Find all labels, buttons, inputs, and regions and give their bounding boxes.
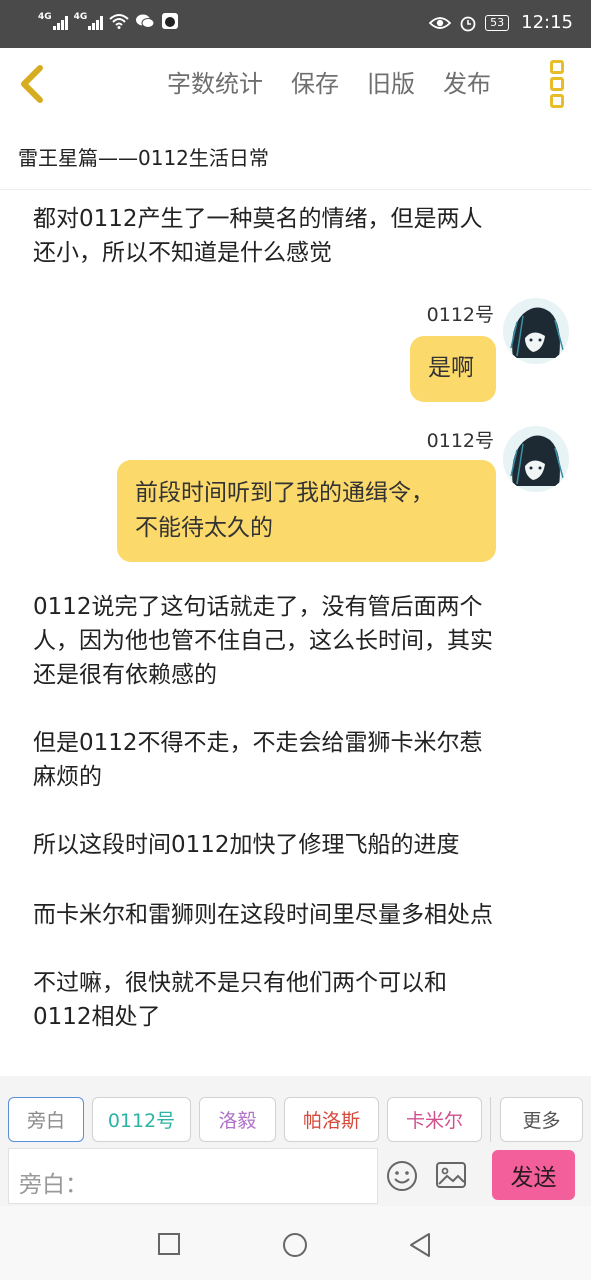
- old-version-button[interactable]: 旧版: [367, 68, 415, 100]
- bubble-line: 不能待太久的: [135, 515, 273, 541]
- message-bubble[interactable]: 前段时间听到了我的通缉令， 不能待太久的: [117, 460, 496, 562]
- chevron-left-icon[interactable]: [14, 62, 54, 106]
- wechat-icon: [136, 14, 155, 28]
- character-chip-kamir[interactable]: 卡米尔: [387, 1097, 482, 1142]
- save-button[interactable]: 保存: [291, 68, 339, 100]
- character-chip-narration[interactable]: 旁白: [8, 1097, 84, 1142]
- signal-4g-icon: 4G: [38, 12, 68, 30]
- story-paragraph: 但是0112不得不走，不走会给雷狮卡米尔惹 麻烦的: [33, 726, 563, 794]
- paragraph-line: 0112说完了这句话就走了，没有管后面两个: [33, 594, 483, 620]
- editor-toolbar: 字数统计 保存 旧版 发布: [0, 48, 591, 120]
- speaker-name: 0112号: [426, 430, 494, 452]
- paragraph-line: 所以这段时间0112加快了修理飞船的进度: [33, 832, 460, 858]
- paragraph-line: 都对0112产生了一种莫名的情绪，但是两人: [33, 206, 483, 232]
- image-icon[interactable]: [435, 1161, 467, 1189]
- publish-button[interactable]: 发布: [443, 68, 491, 100]
- story-paragraph: 不过嘛，很快就不是只有他们两个可以和 0112相处了: [33, 966, 563, 1034]
- status-bar: 4G 4G 53 12:15: [0, 0, 591, 48]
- system-navbar: [0, 1206, 591, 1280]
- story-content[interactable]: 都对0112产生了一种莫名的情绪，但是两人 还小，所以不知道是什么感觉 0112…: [0, 190, 591, 1076]
- more-characters-button[interactable]: 更多: [500, 1097, 583, 1142]
- paragraph-line: 还小，所以不知道是什么感觉: [33, 240, 332, 266]
- message-input[interactable]: 旁白：: [8, 1148, 378, 1204]
- avatar[interactable]: [503, 426, 569, 492]
- story-paragraph: 而卡米尔和雷狮则在这段时间里尽量多相处点: [33, 898, 563, 932]
- paragraph-line: 0112相处了: [33, 1004, 161, 1030]
- character-chip-luoyi[interactable]: 洛毅: [199, 1097, 276, 1142]
- more-vertical-icon[interactable]: [550, 60, 568, 108]
- story-title[interactable]: 雷王星篇——0112生活日常: [18, 142, 269, 171]
- app-icon: [162, 13, 179, 29]
- divider: [490, 1097, 491, 1142]
- story-paragraph: 都对0112产生了一种莫名的情绪，但是两人 还小，所以不知道是什么感觉: [33, 190, 563, 270]
- emoji-icon[interactable]: [386, 1160, 418, 1192]
- speaker-name: 0112号: [426, 304, 494, 326]
- bubble-line: 前段时间听到了我的通缉令，: [135, 480, 434, 506]
- message-bubble[interactable]: 是啊: [410, 336, 496, 402]
- avatar[interactable]: [503, 298, 569, 364]
- recent-apps-icon[interactable]: [157, 1232, 181, 1256]
- send-button[interactable]: 发送: [492, 1150, 575, 1200]
- character-chip-palos[interactable]: 帕洛斯: [284, 1097, 379, 1142]
- back-icon[interactable]: [408, 1232, 432, 1258]
- clock: 12:15: [521, 12, 573, 33]
- word-count-button[interactable]: 字数统计: [167, 68, 263, 100]
- home-icon[interactable]: [282, 1232, 308, 1258]
- paragraph-line: 人，因为他也管不住自己，这么长时间，其实: [33, 628, 493, 654]
- story-paragraph: 0112说完了这句话就走了，没有管后面两个 人，因为他也管不住自己，这么长时间，…: [33, 590, 563, 692]
- story-paragraph: 所以这段时间0112加快了修理飞船的进度: [33, 828, 563, 862]
- paragraph-line: 还是很有依赖感的: [33, 662, 217, 688]
- input-row: 旁白： 发送: [0, 1146, 591, 1206]
- paragraph-line: 但是0112不得不走，不走会给雷狮卡米尔惹: [33, 730, 483, 756]
- character-chip-0112[interactable]: 0112号: [92, 1097, 191, 1142]
- paragraph-line: 而卡米尔和雷狮则在这段时间里尽量多相处点: [33, 902, 493, 928]
- title-bar: 雷王星篇——0112生活日常: [0, 120, 591, 190]
- signal-4g-icon: 4G: [74, 12, 104, 30]
- wifi-icon: [109, 14, 129, 29]
- eye-icon: [429, 16, 452, 29]
- paragraph-line: 麻烦的: [33, 764, 102, 790]
- character-selector: 旁白 0112号 洛毅 帕洛斯 卡米尔 更多: [0, 1076, 591, 1146]
- alarm-icon: [460, 16, 476, 31]
- battery-icon: 53: [485, 14, 510, 31]
- paragraph-line: 不过嘛，很快就不是只有他们两个可以和: [33, 970, 447, 996]
